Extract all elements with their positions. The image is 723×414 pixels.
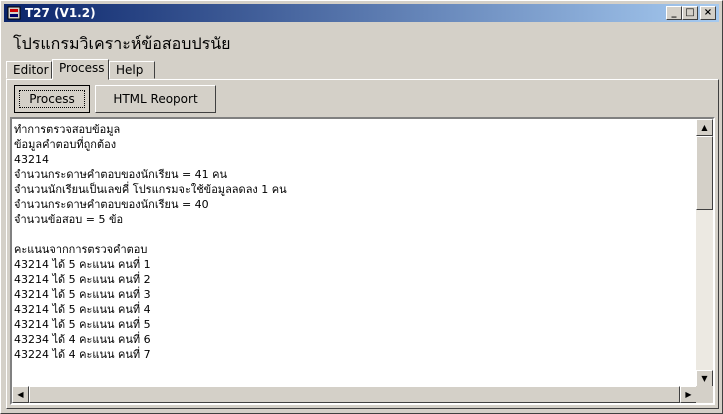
scrollbar-corner (696, 386, 713, 403)
output-text[interactable]: ทำการตรวจสอบข้อมูลข้อมูลคำตอบที่ถูกต้อง 4… (12, 119, 697, 387)
close-icon: × (703, 7, 713, 18)
output-line: จำนวนกระดาษคำตอบของนักเรียน = 40 (14, 198, 209, 211)
process-button[interactable]: Process (14, 85, 90, 113)
title-bar[interactable]: T27 (V1.2) _ □ × (4, 4, 719, 22)
output-line: 43214 ได้ 5 คะแนน คนที่ 2 (14, 273, 151, 286)
scroll-up-button[interactable]: ▲ (696, 119, 713, 136)
app-icon (7, 6, 21, 20)
horizontal-scroll-thumb[interactable] (29, 386, 680, 403)
tab-help[interactable]: Help (109, 61, 155, 79)
output-line: 43234 ได้ 4 คะแนน คนที่ 6 (14, 333, 151, 346)
output-line: 43214 ได้ 5 คะแนน คนที่ 3 (14, 288, 151, 301)
focus-rect (19, 90, 85, 108)
output-line: จำนวนกระดาษคำตอบของนักเรียน = 41 คน (14, 168, 228, 181)
output-line: 43214 ได้ 5 คะแนน คนที่ 1 (14, 258, 151, 271)
output-line: 43214 (14, 153, 49, 166)
output-textbox[interactable]: ทำการตรวจสอบข้อมูลข้อมูลคำตอบที่ถูกต้อง 4… (10, 117, 715, 405)
scroll-left-button[interactable]: ◀ (12, 386, 29, 403)
scroll-right-button[interactable]: ▶ (680, 386, 697, 403)
html-report-button[interactable]: HTML Reoport (95, 85, 216, 113)
output-line: 43214 ได้ 5 คะแนน คนที่ 4 (14, 303, 151, 316)
horizontal-scrollbar[interactable]: ◀ ▶ (12, 386, 697, 403)
maximize-icon: □ (685, 7, 695, 18)
vertical-scroll-thumb[interactable] (696, 136, 713, 210)
window-title: T27 (V1.2) (25, 6, 96, 20)
scroll-down-button[interactable]: ▼ (696, 370, 713, 387)
minimize-icon: _ (671, 7, 677, 18)
output-line: ข้อมูลคำตอบที่ถูกต้อง (14, 138, 117, 151)
output-line: จำนวนข้อสอบ = 5 ข้อ (14, 213, 124, 226)
app-heading: โปรแกรมวิเคราะห์ข้อสอบปรนัย (13, 34, 231, 53)
output-line: 43214 ได้ 5 คะแนน คนที่ 5 (14, 318, 151, 331)
output-line: 43224 ได้ 4 คะแนน คนที่ 7 (14, 348, 151, 361)
vertical-scrollbar[interactable]: ▲ ▼ (696, 119, 713, 387)
tab-editor[interactable]: Editor (6, 61, 52, 79)
output-line: จำนวนนักเรียนเป็นเลขคี่ โปรแกรมจะใช้ข้อม… (14, 183, 287, 196)
arrow-up-icon: ▲ (701, 123, 708, 132)
output-line: ทำการตรวจสอบข้อมูล (14, 123, 121, 136)
tab-process[interactable]: Process (52, 59, 109, 80)
maximize-button[interactable]: □ (682, 6, 698, 20)
arrow-right-icon: ▶ (685, 390, 692, 399)
arrow-down-icon: ▼ (701, 374, 708, 383)
close-button[interactable]: × (700, 6, 716, 20)
minimize-button[interactable]: _ (666, 6, 682, 20)
app-window: T27 (V1.2) _ □ × โปรแกรมวิเคราะห์ข้อสอบป… (0, 0, 723, 414)
output-line: คะแนนจากการตรวจคำตอบ (14, 243, 148, 256)
arrow-left-icon: ◀ (17, 390, 24, 399)
